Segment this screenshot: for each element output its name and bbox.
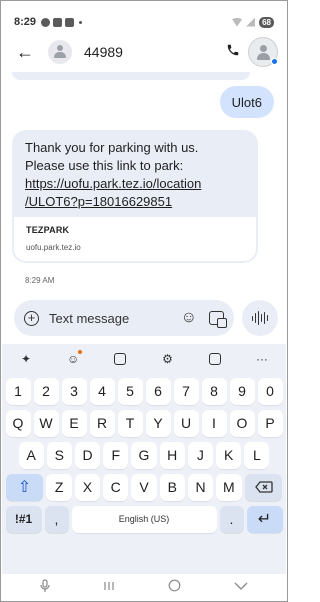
settings-icon[interactable]: ⚙ bbox=[156, 348, 180, 370]
key-c[interactable]: C bbox=[103, 473, 129, 501]
key-v[interactable]: V bbox=[131, 473, 157, 501]
message-link[interactable]: /ULOT6?p=18016629851 bbox=[25, 193, 246, 211]
backspace-icon[interactable] bbox=[244, 473, 283, 501]
message-timestamp: 8:29 AM bbox=[25, 276, 55, 285]
emoji-icon[interactable]: ☺ bbox=[181, 309, 197, 327]
sent-message-text: Ulot6 bbox=[231, 94, 262, 110]
conversation-header: ← 44989 bbox=[0, 34, 288, 70]
link-preview-title: TEZPARK bbox=[26, 225, 70, 235]
keyboard-toolbar: ✦ ☺ ⚙ ··· bbox=[2, 344, 286, 374]
key-f[interactable]: F bbox=[103, 441, 129, 469]
keyboard: ✦ ☺ ⚙ ··· 1 2 3 4 5 6 7 8 9 0 Q W E R T … bbox=[2, 344, 286, 574]
clipboard-icon[interactable] bbox=[108, 348, 132, 370]
conversation-thread: Ulot6 Thank you for parking with us. Ple… bbox=[0, 72, 288, 292]
shift-icon[interactable]: ⇧ bbox=[5, 473, 44, 501]
key-e[interactable]: E bbox=[61, 409, 87, 437]
key-a[interactable]: A bbox=[18, 441, 44, 469]
key-u[interactable]: U bbox=[173, 409, 199, 437]
key-h[interactable]: H bbox=[159, 441, 185, 469]
key-p[interactable]: P bbox=[257, 409, 283, 437]
back-icon[interactable] bbox=[234, 580, 248, 594]
sticker-icon[interactable]: ☺ bbox=[61, 348, 85, 370]
key-n[interactable]: N bbox=[187, 473, 214, 501]
keyboard-row-bottom: ⇧ Z X C V B N M bbox=[2, 472, 286, 502]
text-edit-icon[interactable] bbox=[203, 348, 227, 370]
received-message-text: Thank you for parking with us. Please us… bbox=[12, 130, 258, 217]
new-indicator bbox=[78, 350, 83, 354]
message-link[interactable]: https://uofu.park.tez.io/location bbox=[25, 175, 246, 193]
key-b[interactable]: B bbox=[159, 473, 185, 501]
account-avatar[interactable] bbox=[248, 37, 278, 67]
key-l[interactable]: L bbox=[244, 441, 270, 469]
key-9[interactable]: 9 bbox=[229, 377, 255, 405]
key-k[interactable]: K bbox=[216, 441, 242, 469]
voice-message-button[interactable] bbox=[242, 300, 278, 336]
mic-icon[interactable] bbox=[40, 578, 50, 596]
key-3[interactable]: 3 bbox=[61, 377, 87, 405]
key-s[interactable]: S bbox=[46, 441, 72, 469]
key-4[interactable]: 4 bbox=[89, 377, 115, 405]
message-line: Thank you for parking with us. bbox=[25, 140, 199, 155]
voice-wave-icon bbox=[251, 311, 269, 325]
comma-key[interactable]: , bbox=[44, 505, 69, 533]
key-t[interactable]: T bbox=[117, 409, 143, 437]
key-5[interactable]: 5 bbox=[117, 377, 143, 405]
contact-name[interactable]: 44989 bbox=[84, 44, 123, 60]
key-y[interactable]: Y bbox=[145, 409, 171, 437]
home-icon[interactable] bbox=[168, 579, 181, 595]
link-preview-domain: uofu.park.tez.io bbox=[26, 243, 81, 252]
link-preview-card[interactable]: TEZPARK uofu.park.tez.io bbox=[14, 217, 256, 261]
key-j[interactable]: J bbox=[187, 441, 214, 469]
key-r[interactable]: R bbox=[89, 409, 115, 437]
key-m[interactable]: M bbox=[216, 473, 242, 501]
key-q[interactable]: Q bbox=[5, 409, 31, 437]
arrow-left-icon[interactable]: ← bbox=[16, 42, 38, 63]
gallery-icon[interactable] bbox=[209, 311, 227, 328]
phone-icon[interactable] bbox=[226, 43, 240, 61]
enter-icon[interactable]: ↵ bbox=[246, 505, 283, 533]
previous-message-bubble bbox=[12, 72, 250, 80]
message-line: Please use this link to park: bbox=[25, 158, 184, 173]
navigation-bar bbox=[0, 574, 288, 600]
key-1[interactable]: 1 bbox=[5, 377, 31, 405]
key-w[interactable]: W bbox=[33, 409, 59, 437]
key-d[interactable]: D bbox=[74, 441, 101, 469]
key-x[interactable]: X bbox=[74, 473, 101, 501]
received-message-bubble[interactable]: Thank you for parking with us. Please us… bbox=[12, 130, 258, 263]
battery-indicator: 68 bbox=[259, 16, 274, 28]
key-8[interactable]: 8 bbox=[201, 377, 227, 405]
more-icon[interactable]: ··· bbox=[250, 348, 274, 370]
period-key[interactable]: . bbox=[219, 505, 244, 533]
account-badge bbox=[271, 58, 278, 65]
keyboard-row-function: !#1 , English (US) . ↵ bbox=[2, 504, 286, 534]
keyboard-row-middle: A S D F G H J K L bbox=[2, 440, 286, 470]
contact-avatar[interactable] bbox=[48, 40, 72, 64]
plus-icon[interactable]: + bbox=[24, 310, 39, 326]
message-input[interactable]: Text message bbox=[49, 311, 181, 326]
key-o[interactable]: O bbox=[229, 409, 255, 437]
space-key[interactable]: English (US) bbox=[71, 505, 217, 533]
key-0[interactable]: 0 bbox=[257, 377, 283, 405]
keyboard-row-numbers: 1 2 3 4 5 6 7 8 9 0 bbox=[2, 376, 286, 406]
key-i[interactable]: I bbox=[201, 409, 227, 437]
wifi-icon bbox=[232, 17, 243, 27]
symbols-key[interactable]: !#1 bbox=[5, 505, 42, 533]
notification-icon bbox=[41, 17, 51, 27]
sparkle-icon[interactable]: ✦ bbox=[14, 348, 38, 370]
sent-message-bubble[interactable]: Ulot6 bbox=[219, 86, 274, 118]
status-bar: 8:29 68 bbox=[0, 0, 288, 34]
key-2[interactable]: 2 bbox=[33, 377, 59, 405]
more-notifications-icon bbox=[79, 20, 83, 24]
message-notification-icon bbox=[65, 17, 75, 27]
key-g[interactable]: G bbox=[131, 441, 157, 469]
key-z[interactable]: Z bbox=[46, 473, 72, 501]
status-time: 8:29 bbox=[14, 16, 37, 28]
cloud-icon bbox=[53, 17, 63, 27]
signal-icon bbox=[246, 17, 256, 27]
key-7[interactable]: 7 bbox=[173, 377, 199, 405]
recents-icon[interactable] bbox=[103, 580, 115, 595]
compose-bar[interactable]: + Text message ☺ bbox=[14, 300, 234, 336]
key-6[interactable]: 6 bbox=[145, 377, 171, 405]
keyboard-row-top: Q W E R T Y U I O P bbox=[2, 408, 286, 438]
